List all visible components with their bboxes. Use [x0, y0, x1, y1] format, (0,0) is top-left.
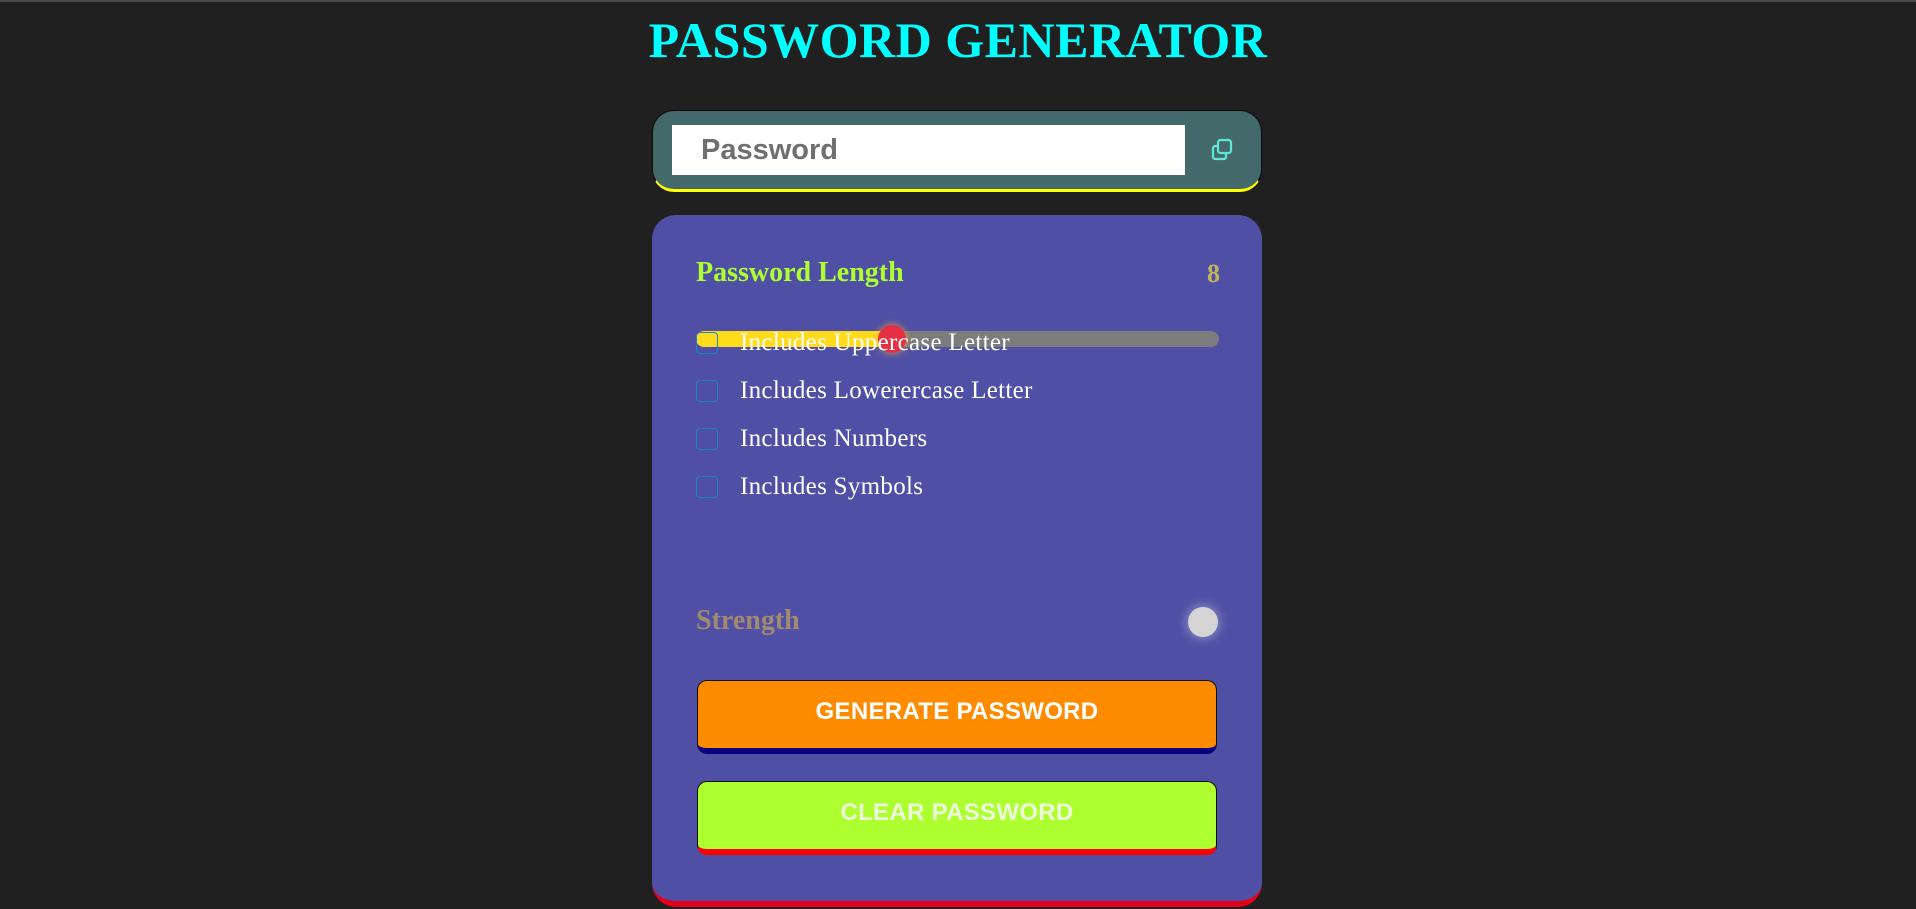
password-length-value: 8 — [1207, 259, 1220, 288]
symbols-checkbox[interactable] — [696, 476, 718, 498]
option-label: Includes Numbers — [740, 425, 928, 452]
copy-button[interactable] — [1207, 135, 1237, 165]
option-label: Includes Lowerercase Letter — [740, 377, 1033, 404]
option-lowercase[interactable]: Includes Lowerercase Letter — [696, 374, 1033, 408]
password-length-label: Password Length — [696, 257, 904, 288]
option-uppercase[interactable]: Includes Uppercase Letter — [696, 326, 1010, 360]
uppercase-checkbox[interactable] — [696, 332, 718, 354]
strength-indicator — [1188, 607, 1218, 637]
option-symbols[interactable]: Includes Symbols — [696, 470, 923, 504]
page-title: PASSWORD GENERATOR — [648, 12, 1268, 68]
copy-icon — [1211, 138, 1233, 161]
password-field[interactable] — [672, 125, 1185, 175]
generate-password-button[interactable]: GENERATE PASSWORD — [697, 680, 1217, 754]
option-label: Includes Uppercase Letter — [740, 329, 1010, 356]
password-display — [652, 110, 1262, 192]
strength-label: Strength — [696, 605, 800, 636]
numbers-checkbox[interactable] — [696, 428, 718, 450]
option-numbers[interactable]: Includes Numbers — [696, 422, 927, 456]
settings-panel: Password Length 8 Includes Uppercase Let… — [652, 215, 1262, 907]
option-label: Includes Symbols — [740, 473, 924, 500]
clear-password-button[interactable]: CLEAR PASSWORD — [697, 781, 1217, 855]
lowercase-checkbox[interactable] — [696, 380, 718, 402]
